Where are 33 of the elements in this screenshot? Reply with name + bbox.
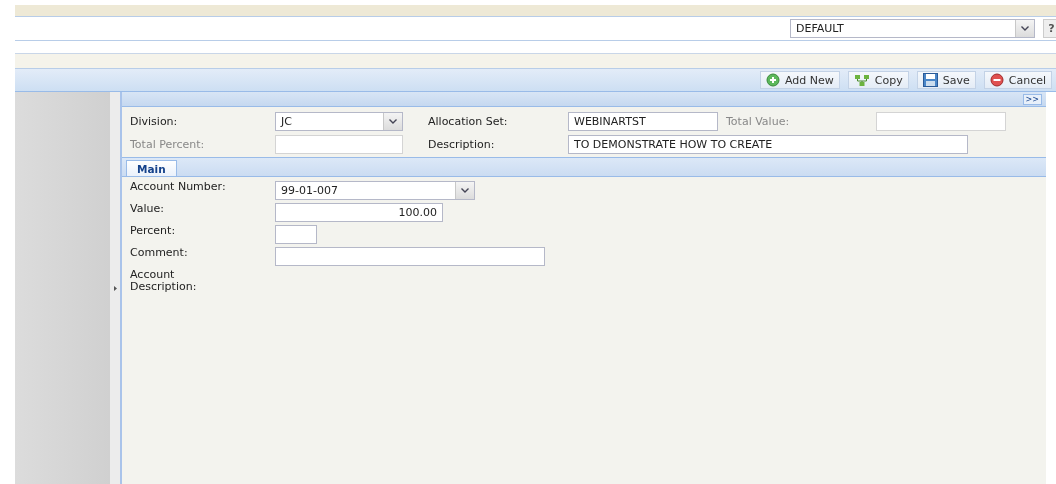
toolbar-button[interactable]: Add New <box>760 71 840 89</box>
field-label: Total Value: <box>726 114 791 128</box>
input-field[interactable] <box>275 225 317 244</box>
tab[interactable]: Main <box>126 160 177 176</box>
plus-icon <box>766 73 780 87</box>
field-label: Allocation Set: <box>428 114 509 128</box>
caret-icon <box>461 188 469 193</box>
tree-icon <box>853 73 870 87</box>
field-label: Value: <box>130 203 165 215</box>
field-label: Description: <box>428 137 496 151</box>
field-label: Total Percent: <box>130 137 206 151</box>
help-button[interactable]: ? <box>1043 19 1056 38</box>
dropdown-field[interactable]: 99-01-007 <box>275 181 475 200</box>
field-label: Percent: <box>130 225 177 237</box>
input-field[interactable] <box>275 247 545 266</box>
save-icon <box>922 73 938 87</box>
field-label: Account Description: <box>130 269 198 293</box>
caret-icon <box>1021 26 1029 31</box>
input-field[interactable]: 100.00 <box>275 203 443 222</box>
toolbar-button[interactable]: Copy <box>847 71 909 89</box>
field-label: Division: <box>130 114 179 128</box>
dropdown-field[interactable]: JC <box>275 111 403 131</box>
field-label: Account Number: <box>130 181 227 193</box>
field-label: Comment: <box>130 247 189 259</box>
toolbar-button[interactable]: Save <box>916 71 976 89</box>
caret-icon <box>389 118 397 124</box>
input-field[interactable]: WEBINARTST <box>568 111 718 131</box>
cancel-icon <box>989 73 1004 87</box>
profile-dropdown[interactable]: DEFAULT <box>790 19 1035 38</box>
collapse-arrow-icon[interactable] <box>113 285 117 291</box>
toolbar-button[interactable]: Cancel <box>983 71 1052 89</box>
expand-button[interactable]: >> <box>1022 93 1042 105</box>
input-field[interactable]: TO DEMONSTRATE HOW TO CREATE <box>568 134 968 154</box>
